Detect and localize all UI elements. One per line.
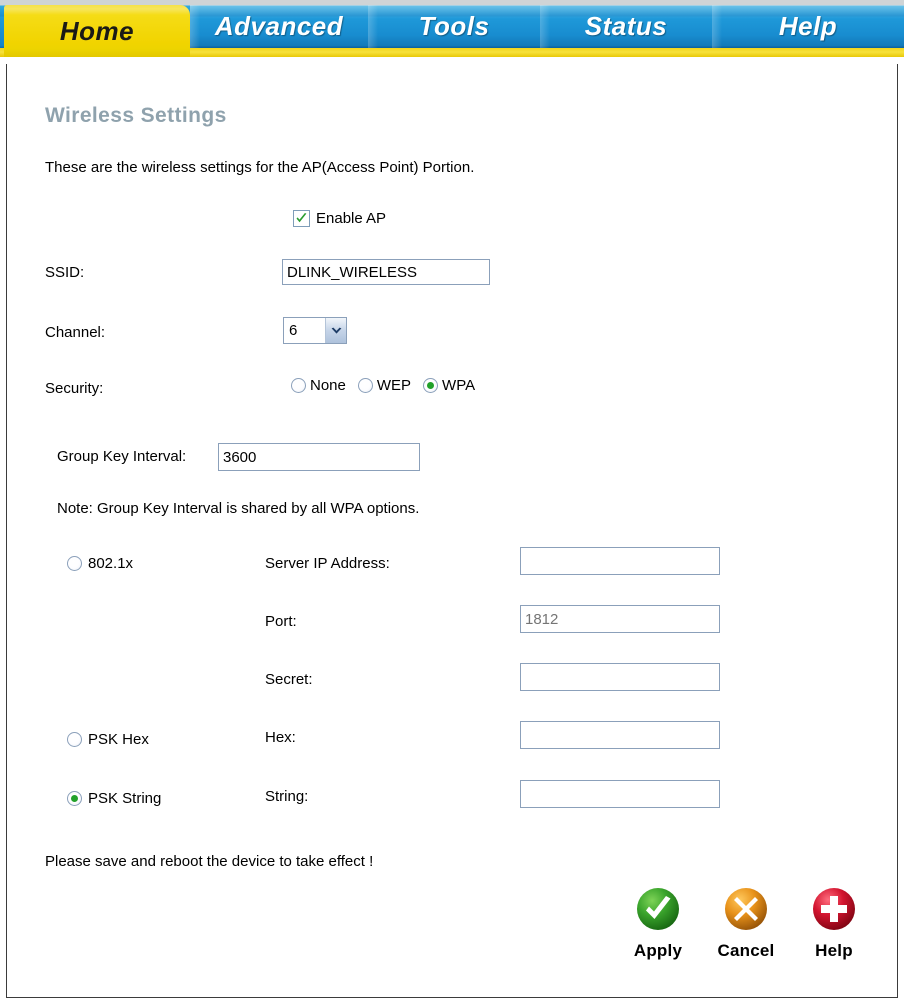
group-key-interval-input[interactable]	[218, 443, 420, 471]
tab-status-label: Status	[584, 11, 668, 41]
wpa-mode-psk-string-label: PSK String	[88, 790, 162, 807]
apply-button[interactable]: Apply	[627, 886, 689, 961]
wpa-mode-8021x-label: 802.1x	[88, 555, 134, 572]
chevron-down-icon	[325, 318, 346, 343]
port-input[interactable]	[520, 605, 720, 633]
radio-psk-string[interactable]	[67, 791, 82, 806]
tab-home-label: Home	[59, 15, 135, 46]
enable-ap-checkbox[interactable]	[293, 210, 310, 227]
tab-status[interactable]: Status	[540, 5, 712, 48]
ssid-label: SSID:	[45, 264, 85, 281]
security-radio-group: None WEP WPA	[291, 377, 475, 394]
wpa-mode-psk-hex-label: PSK Hex	[88, 731, 149, 748]
tab-tools-label: Tools	[418, 11, 490, 41]
wpa-mode-8021x[interactable]: 802.1x	[67, 555, 133, 572]
security-option-wpa[interactable]: WPA	[423, 377, 475, 394]
group-key-interval-label: Group Key Interval:	[57, 448, 187, 465]
radio-none[interactable]	[291, 378, 306, 393]
ssid-input[interactable]	[282, 259, 490, 285]
apply-button-label: Apply	[633, 941, 683, 960]
tab-tools[interactable]: Tools	[368, 5, 540, 48]
tab-help-label: Help	[778, 11, 838, 41]
radio-psk-hex[interactable]	[67, 732, 82, 747]
wpa-note: Note: Group Key Interval is shared by al…	[57, 500, 420, 517]
plus-circle-icon	[811, 886, 857, 937]
tab-divider	[540, 5, 550, 48]
main-tab-bar: Home Advanced Tools Status Help	[0, 0, 904, 57]
page-description: These are the wireless settings for the …	[45, 159, 475, 176]
security-option-wep[interactable]: WEP	[357, 377, 412, 394]
wpa-mode-psk-hex[interactable]: PSK Hex	[67, 731, 149, 748]
footer-note: Please save and reboot the device to tak…	[45, 853, 374, 870]
security-none-label: None	[310, 377, 346, 394]
secret-label: Secret:	[265, 671, 313, 688]
cancel-button-label: Cancel	[717, 941, 775, 960]
cancel-button[interactable]: Cancel	[715, 886, 777, 961]
tab-divider	[368, 5, 378, 48]
string-label: String:	[265, 788, 309, 805]
channel-label: Channel:	[45, 324, 106, 341]
enable-ap-label: Enable AP	[316, 210, 387, 227]
tab-help[interactable]: Help	[712, 5, 904, 48]
radio-wep[interactable]	[357, 378, 373, 393]
tab-advanced-label: Advanced	[214, 11, 344, 41]
server-ip-label: Server IP Address:	[265, 555, 390, 572]
router-admin-page: Home Advanced Tools Status Help Wireless…	[0, 0, 904, 1005]
help-button[interactable]: Help	[803, 886, 865, 961]
security-wep-label: WEP	[376, 377, 412, 394]
checkmark-icon	[296, 213, 307, 223]
enable-ap-row[interactable]: Enable AP	[293, 210, 386, 227]
radio-8021x[interactable]	[67, 556, 82, 571]
check-circle-icon	[635, 886, 681, 937]
tab-divider	[712, 5, 722, 48]
help-button-label: Help	[815, 941, 853, 960]
tab-divider	[190, 5, 200, 48]
radio-wpa[interactable]	[423, 378, 439, 393]
action-button-bar: Apply Cancel Help	[627, 886, 865, 961]
secret-input[interactable]	[520, 663, 720, 691]
tab-home[interactable]: Home	[4, 5, 190, 57]
security-label: Security:	[45, 380, 104, 397]
security-wpa-label: WPA	[442, 377, 476, 394]
security-option-none[interactable]: None	[291, 377, 346, 394]
hex-label: Hex:	[265, 729, 296, 746]
content-panel: Wireless Settings These are the wireless…	[6, 64, 898, 998]
server-ip-input[interactable]	[520, 547, 720, 575]
string-input[interactable]	[520, 780, 720, 808]
hex-input[interactable]	[520, 721, 720, 749]
channel-select[interactable]: 6	[283, 317, 347, 344]
channel-selected-value: 6	[289, 322, 298, 339]
port-label: Port:	[265, 613, 297, 630]
wpa-mode-psk-string[interactable]: PSK String	[67, 790, 161, 807]
tab-advanced[interactable]: Advanced	[190, 5, 368, 48]
x-circle-icon	[723, 886, 769, 937]
page-title: Wireless Settings	[45, 104, 227, 127]
